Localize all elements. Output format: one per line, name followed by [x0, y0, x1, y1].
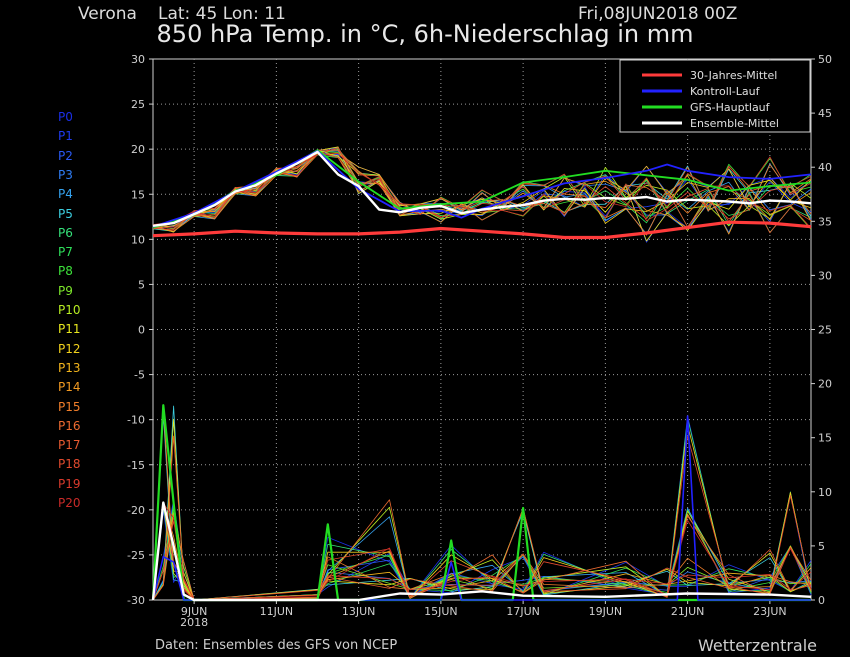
- data-source-label: Daten: Ensembles des GFS von NCEP: [155, 638, 398, 653]
- precip-trace-p4: [152, 413, 812, 601]
- x-tick-label: 23JUN: [753, 605, 787, 618]
- y-right-tick-label: 35: [818, 215, 832, 228]
- y-left-tick-label: 0: [138, 324, 145, 337]
- y-left-tick-label: 25: [131, 98, 145, 111]
- legend-entry-label: GFS-Hauptlauf: [690, 101, 771, 114]
- legend-entry-label: Kontroll-Lauf: [690, 85, 761, 98]
- x-tick-label: 19JUN: [589, 605, 623, 618]
- y-left-tick-label: 15: [131, 188, 145, 201]
- legend-entry-label: Ensemble-Mittel: [690, 117, 779, 130]
- y-left-tick-label: -10: [127, 414, 145, 427]
- x-tick-label: 15JUN: [424, 605, 458, 618]
- ensemble-chart: 302520151050-5-10-15-20-25-3050454035302…: [127, 53, 832, 629]
- y-left-tick-label: -25: [127, 549, 145, 562]
- y-right-tick-label: 40: [818, 161, 832, 174]
- y-right-tick-label: 20: [818, 378, 832, 391]
- y-right-tick-label: 45: [818, 107, 832, 120]
- y-right-tick-label: 30: [818, 269, 832, 282]
- y-right-tick-label: 25: [818, 324, 832, 337]
- y-left-tick-label: 10: [131, 233, 145, 246]
- legend-entry-label: 30-Jahres-Mittel: [690, 69, 777, 82]
- precip-line-gfs-hauptlauf: [151, 404, 811, 602]
- x-tick-label: 17JUN: [506, 605, 540, 618]
- precip-trace-p16: [152, 404, 812, 601]
- y-left-tick-label: -20: [127, 504, 145, 517]
- temp-trace-p19: [152, 147, 812, 229]
- y-left-tick-label: -30: [127, 594, 145, 607]
- y-left-tick-label: 5: [138, 278, 145, 291]
- brand-label: Wetterzentrale: [698, 636, 818, 655]
- x-year-label: 2018: [180, 616, 208, 629]
- y-right-tick-label: 50: [818, 53, 832, 66]
- x-tick-label: 11JUN: [260, 605, 294, 618]
- precip-trace-p5: [152, 405, 812, 601]
- x-tick-label: 13JUN: [342, 605, 376, 618]
- y-left-tick-label: 30: [131, 53, 145, 66]
- y-left-tick-label: -15: [127, 459, 145, 472]
- temp-line-30-jahres-mittel: [152, 220, 812, 240]
- y-left-tick-label: 20: [131, 143, 145, 156]
- y-right-tick-label: 15: [818, 432, 832, 445]
- y-right-tick-label: 0: [818, 594, 825, 607]
- precip-trace-p10: [152, 406, 812, 601]
- y-right-tick-label: 10: [818, 486, 832, 499]
- y-right-tick-label: 5: [818, 540, 825, 553]
- x-tick-label: 21JUN: [671, 605, 705, 618]
- chart-canvas: Verona Lat: 45 Lon: 11 Fri,08JUN2018 00Z…: [0, 0, 850, 657]
- y-left-tick-label: -5: [134, 369, 145, 382]
